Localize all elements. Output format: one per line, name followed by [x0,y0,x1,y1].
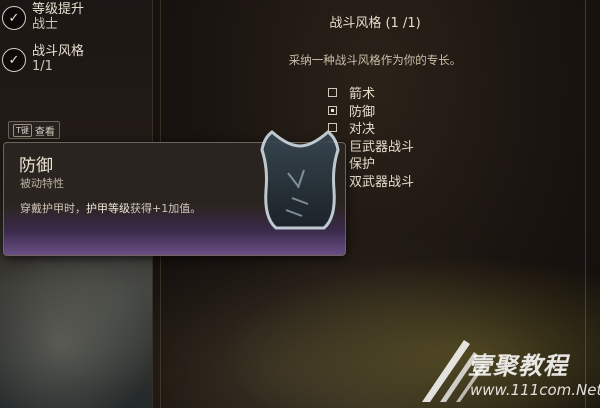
watermark-url: www.111com.Net [470,381,600,399]
armor-icon [260,130,340,230]
option-label: 箭术 [349,87,376,103]
option-label: 双武器战斗 [349,174,415,190]
option-label: 防御 [349,104,376,120]
tooltip-desc-suffix: 获得+1加值。 [130,202,202,215]
tooltip-description: 穿戴护甲时，护甲等级获得+1加值。 [20,200,201,216]
tooltip-desc-prefix: 穿戴护甲时， [20,202,86,215]
progress-step-title: 战斗风格 [32,44,85,59]
checkmark-icon: ✓ [2,6,26,30]
progress-step-fighting-style[interactable]: ✓ 战斗风格 1/1 [2,44,84,74]
option-defense[interactable]: 防御 [328,102,414,120]
option-archery[interactable]: 箭术 [328,84,414,102]
page-title: 战斗风格 (1 /1) [329,16,421,31]
option-label: 巨武器战斗 [349,139,415,155]
progress-step-text: 等级提升 战士 [32,2,84,32]
inspect-hint[interactable]: T键 查看 [8,121,60,139]
tooltip-desc-highlight: 护甲等级 [86,202,130,215]
option-checkbox[interactable] [328,88,337,98]
keyboard-key-icon: T键 [13,123,32,137]
progress-step-subtitle: 1/1 [32,59,53,74]
option-label: 保护 [349,157,376,173]
inspect-label: 查看 [34,126,55,138]
page-subtitle: 采纳一种战斗风格作为你的专长。 [288,53,462,67]
progress-step-level-up[interactable]: ✓ 等级提升 战士 [2,2,84,32]
option-label: 对决 [349,122,376,138]
progress-step-text: 战斗风格 1/1 [32,44,84,74]
tooltip-type: 被动特性 [20,177,64,190]
tooltip-title: 防御 [19,156,53,176]
checkmark-icon: ✓ [2,48,26,72]
progress-step-subtitle: 战士 [32,17,59,32]
progress-step-title: 等级提升 [32,2,85,17]
watermark-title: 壹聚教程 [468,352,568,380]
option-checkbox[interactable] [328,105,337,115]
